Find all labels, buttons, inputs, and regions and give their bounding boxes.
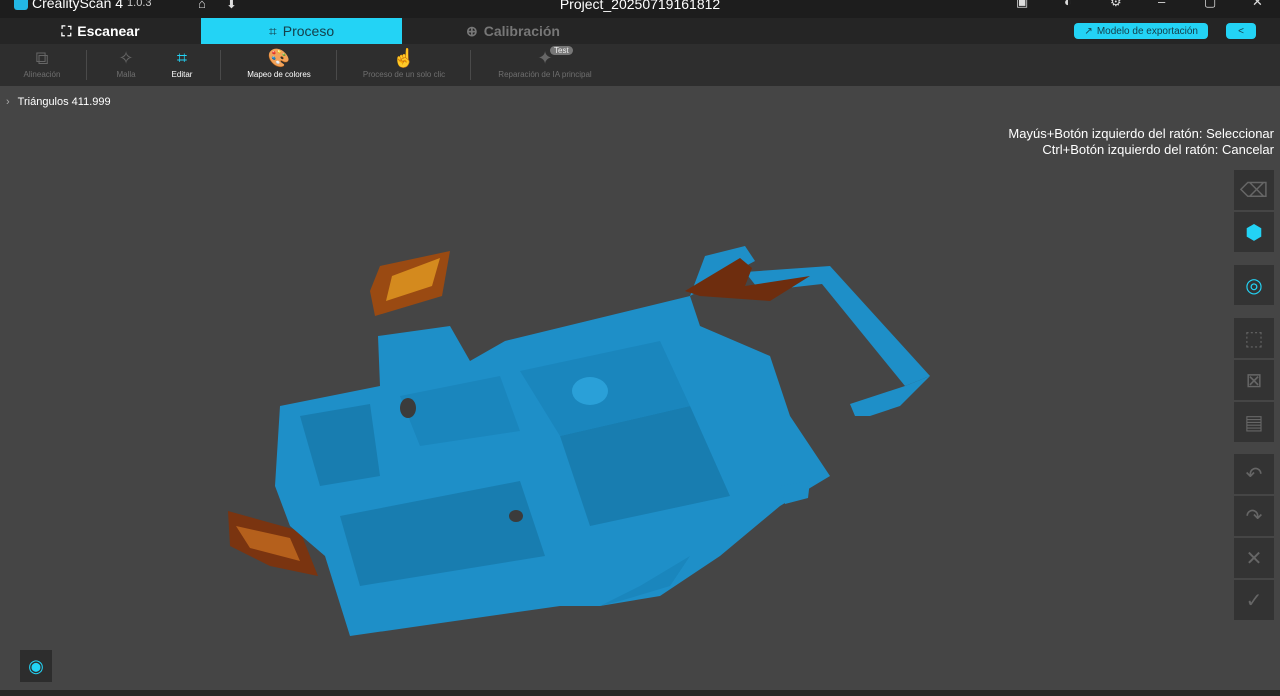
model-frame-corner [850,376,930,416]
title-bar: CrealityScan 4 1.0.3 ⌂ ⬇ Project_2025071… [0,0,1280,18]
tab-scan-label: Escanear [77,23,140,39]
report-icon[interactable]: ▣ [1016,0,1028,10]
toolbar-divider [220,50,221,80]
one-click-tool[interactable]: ☝ Proceso de un solo clic [354,46,454,84]
model-hole [400,398,416,418]
target-icon: ◉ [28,655,44,676]
export-model-button[interactable]: ↗ Modelo de exportación [1074,23,1208,39]
delete-icon: ▤ [1244,411,1264,434]
mesh-label: Malla [116,70,136,79]
ai-repair-tool[interactable]: ✦ Reparación de IA principal [490,46,600,84]
deselect-button[interactable]: ⊠ [1234,360,1274,400]
tab-process[interactable]: ⌗ Proceso [201,18,402,44]
mesh-tool[interactable]: ✧ Malla [104,46,148,84]
color-mapping-label: Mapeo de colores [247,70,311,79]
locate-button[interactable]: ◉ [20,650,52,682]
export-icon: ↗ [1084,25,1093,37]
tab-calibration[interactable]: ⊕ Calibración [402,18,624,44]
maximize-icon[interactable]: ▢ [1204,0,1216,10]
cancel-button[interactable]: ✕ [1234,538,1274,578]
close-window-icon[interactable]: ✕ [1252,0,1263,10]
edit-crop-icon: ⌗ [176,47,188,68]
toolbar-divider [86,50,87,80]
ai-repair-label: Reparación de IA principal [498,70,592,79]
edit-label: Editar [171,70,193,79]
status-bar [0,690,1280,696]
tab-process-label: Proceso [282,23,335,39]
cube-icon: ⬢ [1245,221,1263,244]
hint-select: Mayús+Botón izquierdo del ratón: Selecci… [1008,126,1274,141]
model-bump [572,377,608,405]
support-icon[interactable]: ◐ [1064,0,1072,9]
undo-icon: ↶ [1245,463,1263,486]
share-icon: < [1238,25,1244,37]
project-title: Project_20250719161812 [559,0,721,12]
lasso-select-button[interactable]: ◎ [1234,265,1274,305]
triangle-count[interactable]: › Triángulos 411.999 [6,96,111,108]
redo-button[interactable]: ↷ [1234,496,1274,536]
lasso-icon: ◎ [1245,274,1263,297]
alignment-label: Alineación [23,70,61,79]
color-mapping-tool[interactable]: 🎨 Mapeo de colores [238,46,320,84]
alignment-tool[interactable]: ⧉ Alineación [20,46,64,84]
triangle-count-label: Triángulos 411.999 [17,96,111,108]
process-toolbar: ⧉ Alineación ✧ Malla ⌗ Editar 🎨 Mapeo de… [0,44,1280,86]
hint-cancel: Ctrl+Botón izquierdo del ratón: Cancelar [1042,142,1274,157]
scan-icon: ⛶ [61,22,72,39]
crop-icon: ⌗ [268,22,277,39]
3d-viewport[interactable] [0,86,1280,690]
toolbar-divider [470,50,471,80]
palette-icon: 🎨 [267,47,291,68]
tab-scan[interactable]: ⛶ Escanear [0,18,201,44]
toolbar-divider [336,50,337,80]
rect-select-button[interactable]: ⬚ [1234,318,1274,358]
edit-tool[interactable]: ⌗ Editar [160,46,204,84]
test-badge: Test [550,46,573,55]
chevron-right-icon: › [6,96,10,108]
alignment-icon: ⧉ [35,47,49,68]
eraser-button[interactable]: ⌫ [1234,170,1274,210]
selection-hint: Mayús+Botón izquierdo del ratón: Selecci… [1008,126,1274,158]
crosshair-icon: ⊕ [466,22,478,39]
deselect-icon: ⊠ [1245,369,1263,392]
rect-select-icon: ⬚ [1244,327,1264,350]
tab-calibration-label: Calibración [483,23,560,39]
one-click-label: Proceso de un solo clic [362,70,446,79]
delete-selection-button[interactable]: ▤ [1234,402,1274,442]
redo-icon: ↷ [1245,505,1263,528]
mesh-star-icon: ✧ [118,47,134,68]
minimize-icon[interactable]: – [1158,0,1165,9]
export-label: Modelo de exportación [1096,25,1198,37]
eraser-icon: ⌫ [1239,179,1269,202]
model-hole [509,510,523,522]
cube-view-button[interactable]: ⬢ [1234,212,1274,252]
touch-icon: ☝ [392,47,416,68]
settings-gear-icon[interactable]: ⚙ [1110,0,1122,10]
scan-model [228,246,930,636]
close-icon: ✕ [1245,547,1263,570]
confirm-button[interactable]: ✓ [1234,580,1274,620]
undo-button[interactable]: ↶ [1234,454,1274,494]
check-icon: ✓ [1245,589,1263,612]
share-button[interactable]: < [1226,23,1256,39]
mode-bar: ⛶ Escanear ⌗ Proceso ⊕ Calibración ↗ Mod… [0,18,1280,44]
